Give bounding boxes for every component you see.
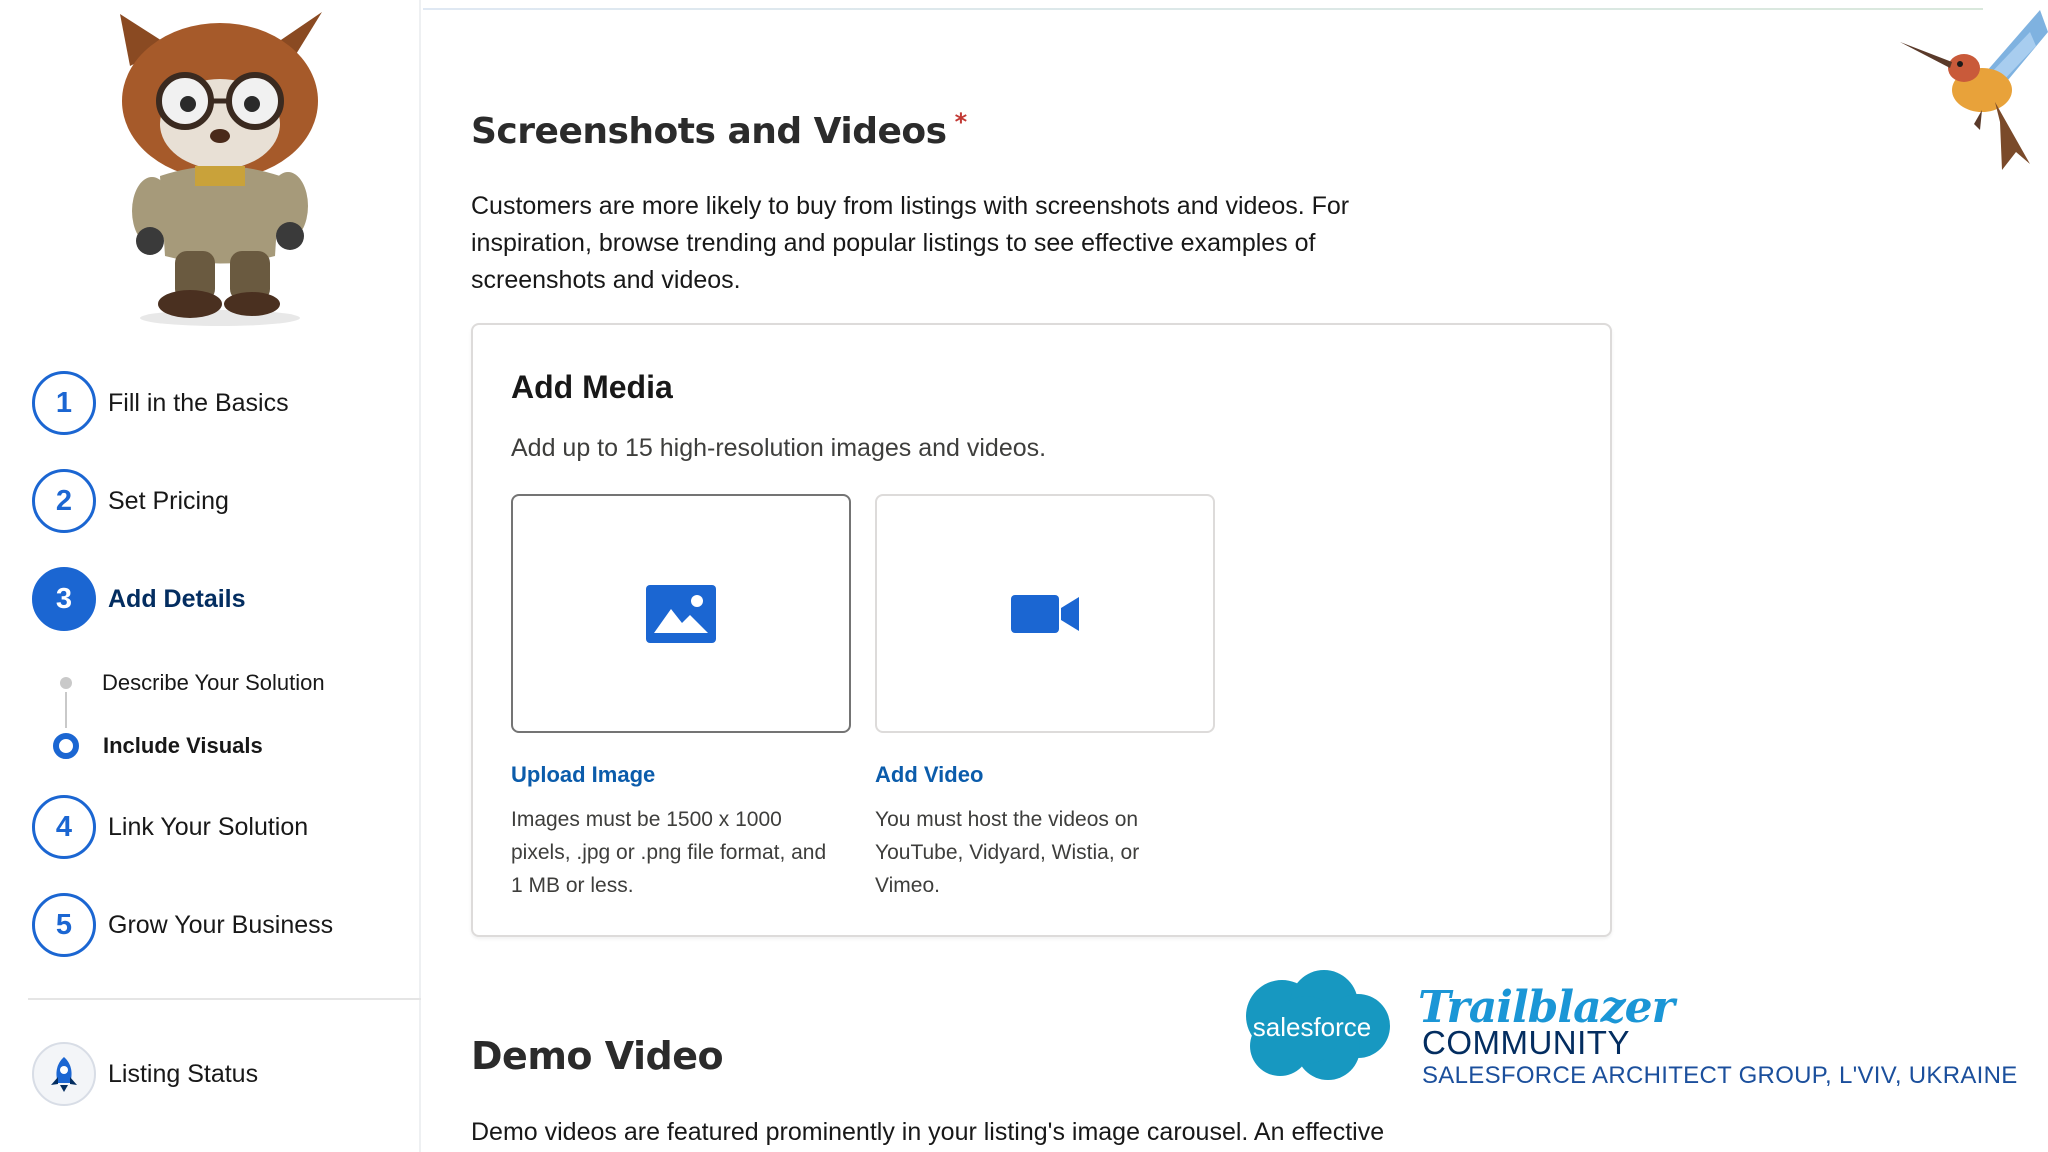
top-progress-line [423, 8, 1983, 10]
step-number-badge: 1 [32, 371, 96, 435]
rocket-icon [51, 1057, 77, 1092]
community-group-name: SALESFORCE ARCHITECT GROUP, L'VIV, UKRAI… [1422, 1062, 2018, 1089]
salesforce-logo-text: salesforce [1253, 1012, 1372, 1042]
substep-label-active: Include Visuals [103, 733, 263, 758]
step-add-details[interactable]: 3 Add Details [32, 567, 246, 631]
step-fill-in-basics[interactable]: 1 Fill in the Basics [32, 371, 289, 435]
demo-video-section-title: Demo Video [471, 1034, 724, 1078]
astro-mascot-image [120, 12, 322, 326]
substep-describe-solution[interactable]: Describe Your Solution [52, 670, 325, 696]
step-set-pricing[interactable]: 2 Set Pricing [32, 469, 229, 533]
add-media-title: Add Media [511, 369, 673, 405]
demo-video-description: Demo videos are featured prominently in … [471, 1118, 1385, 1146]
step-number-badge: 2 [32, 469, 96, 533]
step-label: Grow Your Business [108, 910, 334, 939]
upload-image-link[interactable]: Upload Image [511, 762, 655, 788]
screenshots-title-text: Screenshots and Videos [471, 111, 947, 152]
step-number-badge: 5 [32, 893, 96, 957]
hummingbird-illustration [1900, 10, 2048, 170]
substep-current-ring [53, 733, 79, 759]
step-grow-business[interactable]: 5 Grow Your Business [32, 893, 333, 957]
step-label: Link Your Solution [108, 812, 309, 841]
sidebar-divider [28, 998, 421, 1000]
upload-image-tile[interactable] [511, 494, 851, 733]
listing-status-link[interactable]: Listing Status [32, 1042, 258, 1106]
add-media-description: Add up to 15 high-resolution images and … [511, 434, 1047, 462]
progress-sidebar: 1 Fill in the Basics 2 Set Pricing 3 Add… [0, 0, 421, 1152]
salesforce-logo: salesforce [1246, 970, 1390, 1080]
substep-connector [65, 692, 67, 728]
step-number-badge-active: 3 [32, 567, 96, 631]
step-label: Fill in the Basics [108, 388, 289, 417]
substep-complete-dot [60, 677, 72, 689]
video-camera-icon [1011, 594, 1079, 633]
add-video-tile[interactable] [875, 494, 1215, 733]
upload-image-note: Images must be 1500 x 1000 pixels, .jpg … [511, 808, 827, 897]
step-label-active: Add Details [108, 584, 246, 613]
listing-status-label: Listing Status [108, 1059, 259, 1088]
add-video-note: You must host the videos on YouTube, Vid… [875, 808, 1140, 897]
step-label: Set Pricing [108, 486, 229, 515]
screenshots-section-description: Customers are more likely to buy from li… [471, 192, 1350, 294]
required-indicator: * [954, 108, 968, 136]
step-link-solution[interactable]: 4 Link Your Solution [32, 795, 308, 859]
screenshots-section-title: Screenshots and Videos * [471, 108, 967, 152]
community-wordmark: COMMUNITY [1422, 1024, 1630, 1061]
add-video-link[interactable]: Add Video [875, 762, 983, 788]
image-icon [646, 584, 716, 643]
substep-label: Describe Your Solution [102, 670, 325, 695]
step-number-badge: 4 [32, 795, 96, 859]
add-media-card: Add Media Add up to 15 high-resolution i… [471, 323, 1612, 937]
substep-include-visuals[interactable]: Include Visuals [52, 733, 263, 759]
status-badge [32, 1042, 96, 1106]
